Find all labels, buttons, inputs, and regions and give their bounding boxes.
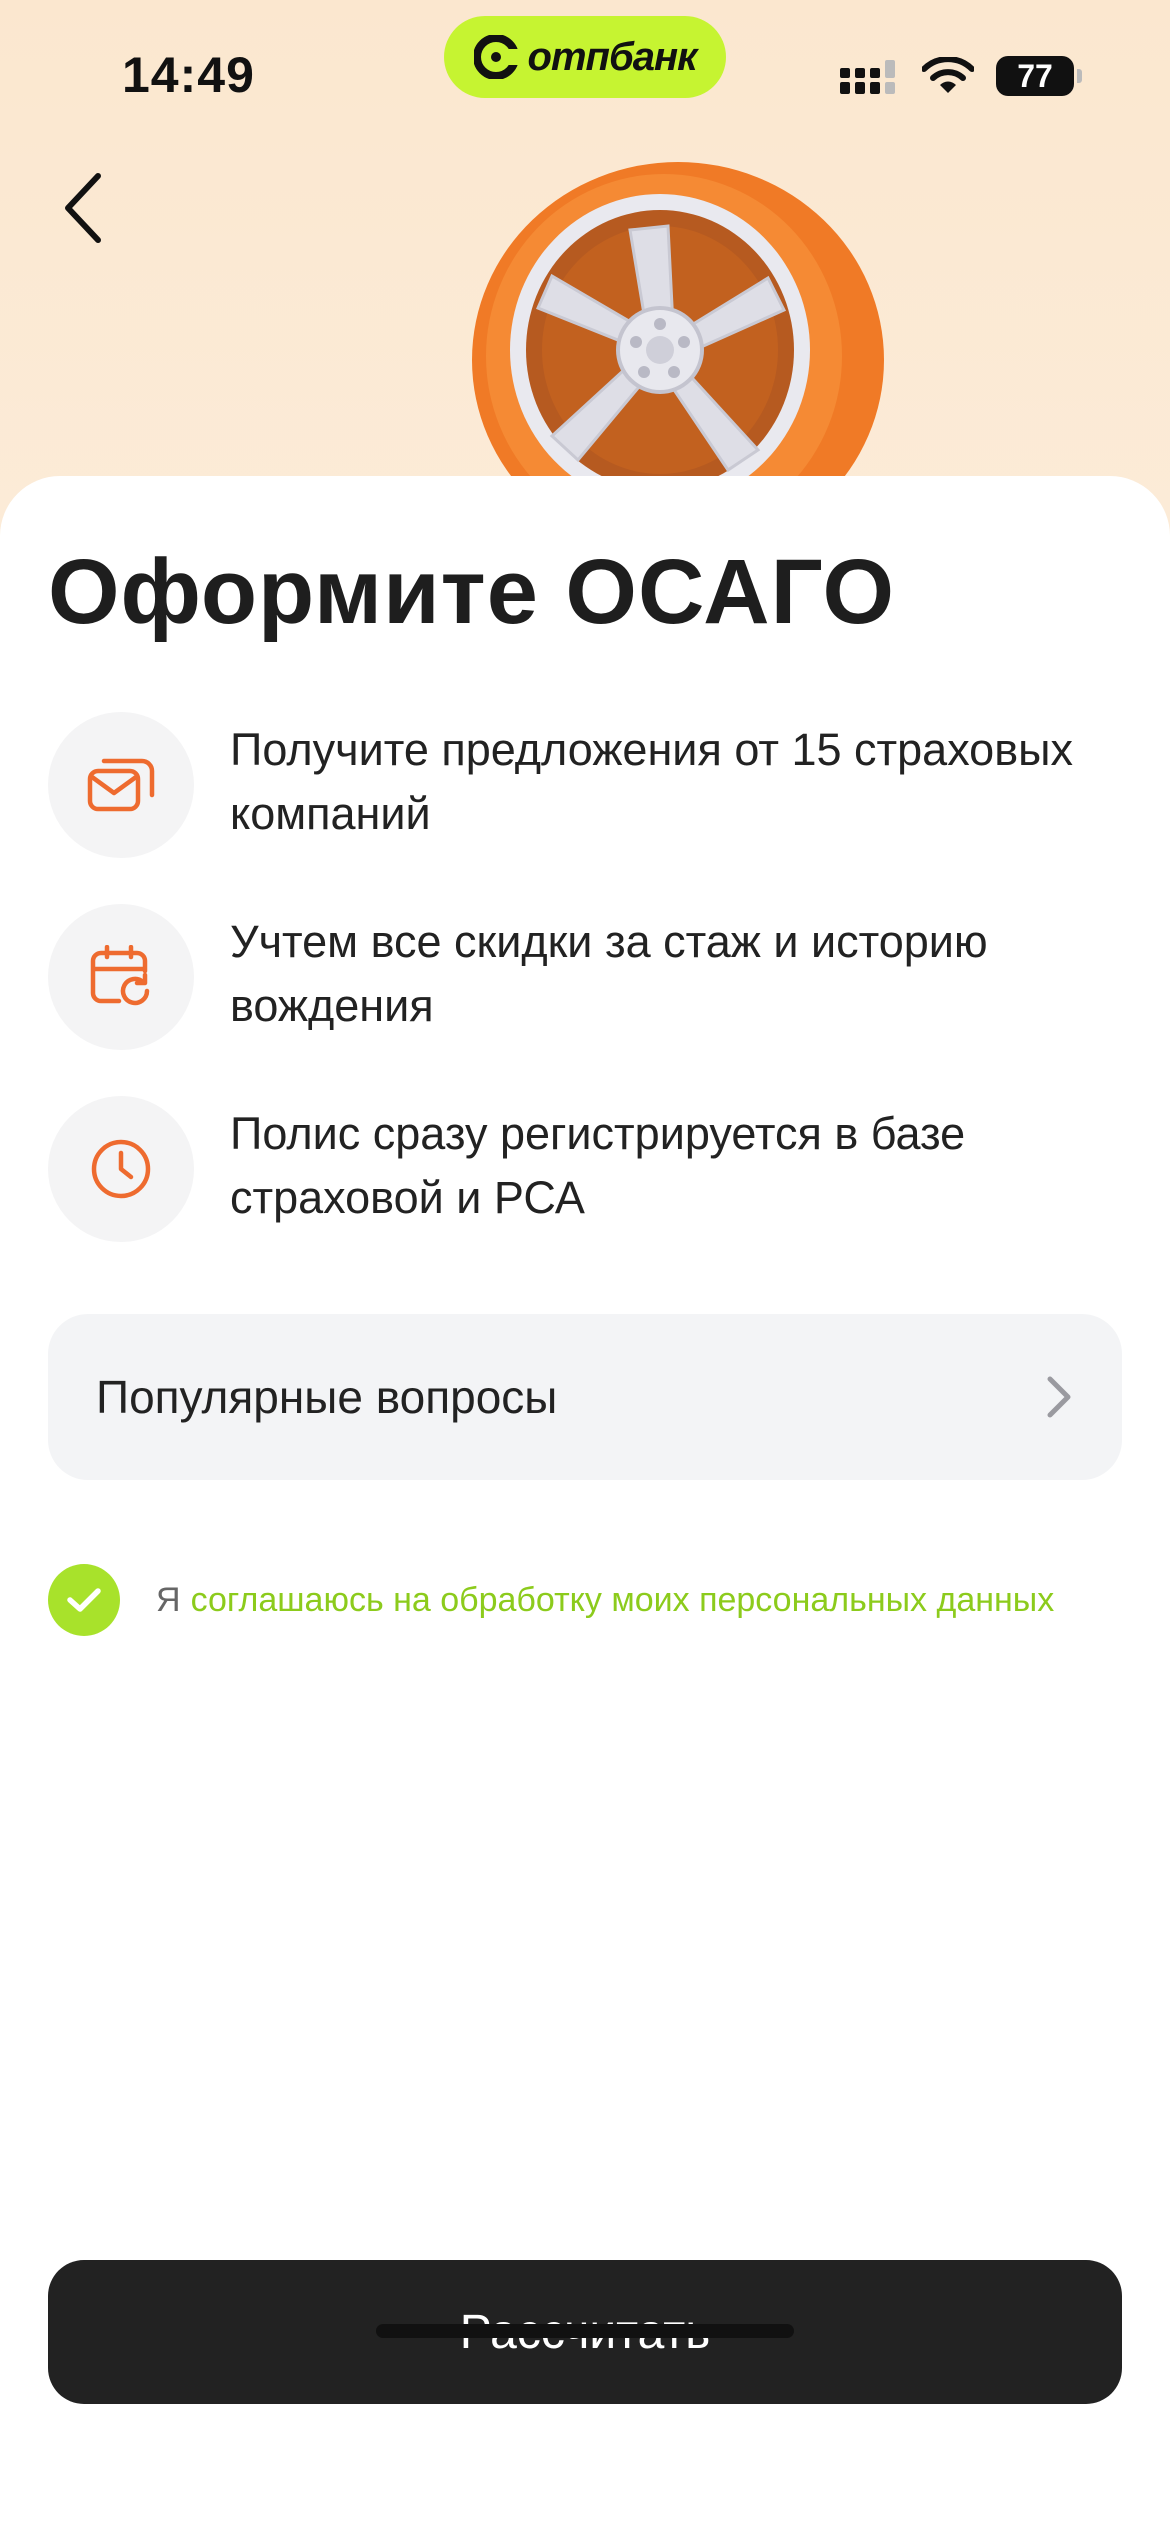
cellular-signal-icon [840, 60, 895, 94]
checkmark-icon [67, 1588, 101, 1612]
consent-link[interactable]: соглашаюсь на обработку моих персональны… [191, 1581, 1055, 1620]
faq-label: Популярные вопросы [96, 1371, 558, 1423]
otp-logo-icon [473, 35, 518, 79]
back-button[interactable] [50, 168, 120, 248]
feature-item: Получите предложения от 15 страховых ком… [48, 712, 1128, 858]
feature-text: Учтем все скидки за стаж и историю вожде… [230, 916, 988, 1031]
bank-logo-pill: отпбанк [444, 16, 726, 98]
feature-item: Учтем все скидки за стаж и историю вожде… [48, 904, 1128, 1050]
home-indicator [376, 2324, 794, 2338]
clock-icon [91, 1139, 151, 1199]
status-time: 14:49 [122, 47, 255, 103]
consent-prefix: Я [156, 1580, 181, 1619]
wifi-icon [922, 57, 974, 93]
consent-checkbox[interactable] [48, 1564, 120, 1636]
feature-icon-circle [48, 904, 194, 1050]
consent-row: Я соглашаюсь на обработку моих персональ… [48, 1564, 1054, 1636]
wheel-illustration [472, 162, 884, 500]
envelopes-icon [87, 758, 155, 812]
feature-text: Получите предложения от 15 страховых ком… [230, 724, 1073, 839]
feature-text: Полис сразу регистрируется в базе страхо… [230, 1108, 966, 1223]
battery-indicator: 77 [996, 56, 1082, 96]
status-icons: 77 [840, 56, 1082, 96]
bank-name: отпбанк [527, 34, 698, 79]
content-sheet: Оформите ОСАГО Получите предложения от 1… [0, 476, 1170, 2532]
faq-button[interactable]: Популярные вопросы [48, 1314, 1122, 1480]
feature-item: Полис сразу регистрируется в базе страхо… [48, 1096, 1128, 1242]
calendar-refresh-icon [90, 945, 150, 1006]
page-title: Оформите ОСАГО [48, 541, 896, 643]
chevron-right-icon [1047, 1376, 1071, 1418]
screen: 14:49 отпбанк 77 Оформите ОСАГО Получите… [0, 0, 1170, 2532]
feature-icon-circle [48, 1096, 194, 1242]
feature-icon-circle [48, 712, 194, 858]
